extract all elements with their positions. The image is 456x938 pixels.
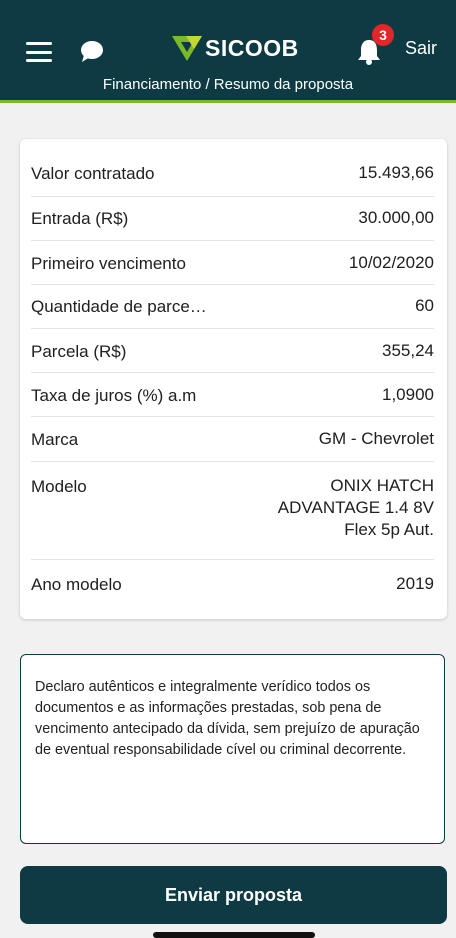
row-label: Marca <box>31 430 79 449</box>
sicoob-logo-icon <box>172 36 202 61</box>
menu-icon[interactable] <box>26 42 52 62</box>
summary-row: Entrada (R$) 30.000,00 <box>31 196 434 241</box>
row-value-line: ONIX HATCH <box>330 476 434 495</box>
row-value-line: ADVANTAGE 1.4 8V <box>277 498 434 517</box>
row-value: 30.000,00 <box>358 208 434 227</box>
proposal-summary-card: Valor contratado 15.493,66 Entrada (R$) … <box>20 139 447 619</box>
row-value: 60 <box>415 296 434 315</box>
breadcrumb: Financiamento / Resumo da proposta <box>102 76 354 93</box>
summary-row: Modelo ONIX HATCH ADVANTAGE 1.4 8V Flex … <box>31 461 434 560</box>
row-label: Valor contratado <box>31 164 155 183</box>
row-value: 10/02/2020 <box>348 253 434 272</box>
logout-button[interactable]: Sair <box>405 38 437 59</box>
summary-row: Ano modelo 2019 <box>31 559 434 605</box>
row-value: GM - Chevrolet <box>318 429 434 448</box>
summary-row: Marca GM - Chevrolet <box>31 416 434 462</box>
submit-proposal-button[interactable]: Enviar proposta <box>20 866 447 924</box>
row-label: Modelo <box>31 477 87 496</box>
app-header: SICOOB 3 Sair Financiamento / Resumo da … <box>0 0 456 103</box>
row-value: 15.493,66 <box>358 163 434 182</box>
row-label: Ano modelo <box>31 575 122 594</box>
summary-row: Taxa de juros (%) a.m 1,0900 <box>31 372 434 417</box>
row-value: 355,24 <box>382 341 434 360</box>
row-label: Primeiro vencimento <box>31 254 186 273</box>
row-label: Quantidade de parce… <box>31 297 207 316</box>
row-label: Taxa de juros (%) a.m <box>31 386 197 405</box>
row-label: Parcela (R$) <box>31 342 127 361</box>
declaration-text: Declaro autênticos e integralmente veríd… <box>20 654 445 844</box>
row-label: Entrada (R$) <box>31 209 129 228</box>
row-value-multiline: ONIX HATCH ADVANTAGE 1.4 8V Flex 5p Aut. <box>278 475 434 541</box>
row-value: 1,0900 <box>382 385 434 404</box>
brand-name: SICOOB <box>205 34 299 61</box>
header-accent-line <box>0 100 456 103</box>
notification-badge: 3 <box>372 24 394 46</box>
summary-row: Quantidade de parce… 60 <box>31 284 434 329</box>
brand-logo: SICOOB <box>172 33 299 63</box>
summary-row: Primeiro vencimento 10/02/2020 <box>31 240 434 285</box>
chat-icon[interactable] <box>79 38 105 64</box>
summary-row: Parcela (R$) 355,24 <box>31 328 434 373</box>
row-value-line: Flex 5p Aut. <box>344 520 434 539</box>
home-indicator <box>153 932 315 938</box>
row-value: 2019 <box>396 574 434 593</box>
summary-row: Valor contratado 15.493,66 <box>31 139 434 197</box>
